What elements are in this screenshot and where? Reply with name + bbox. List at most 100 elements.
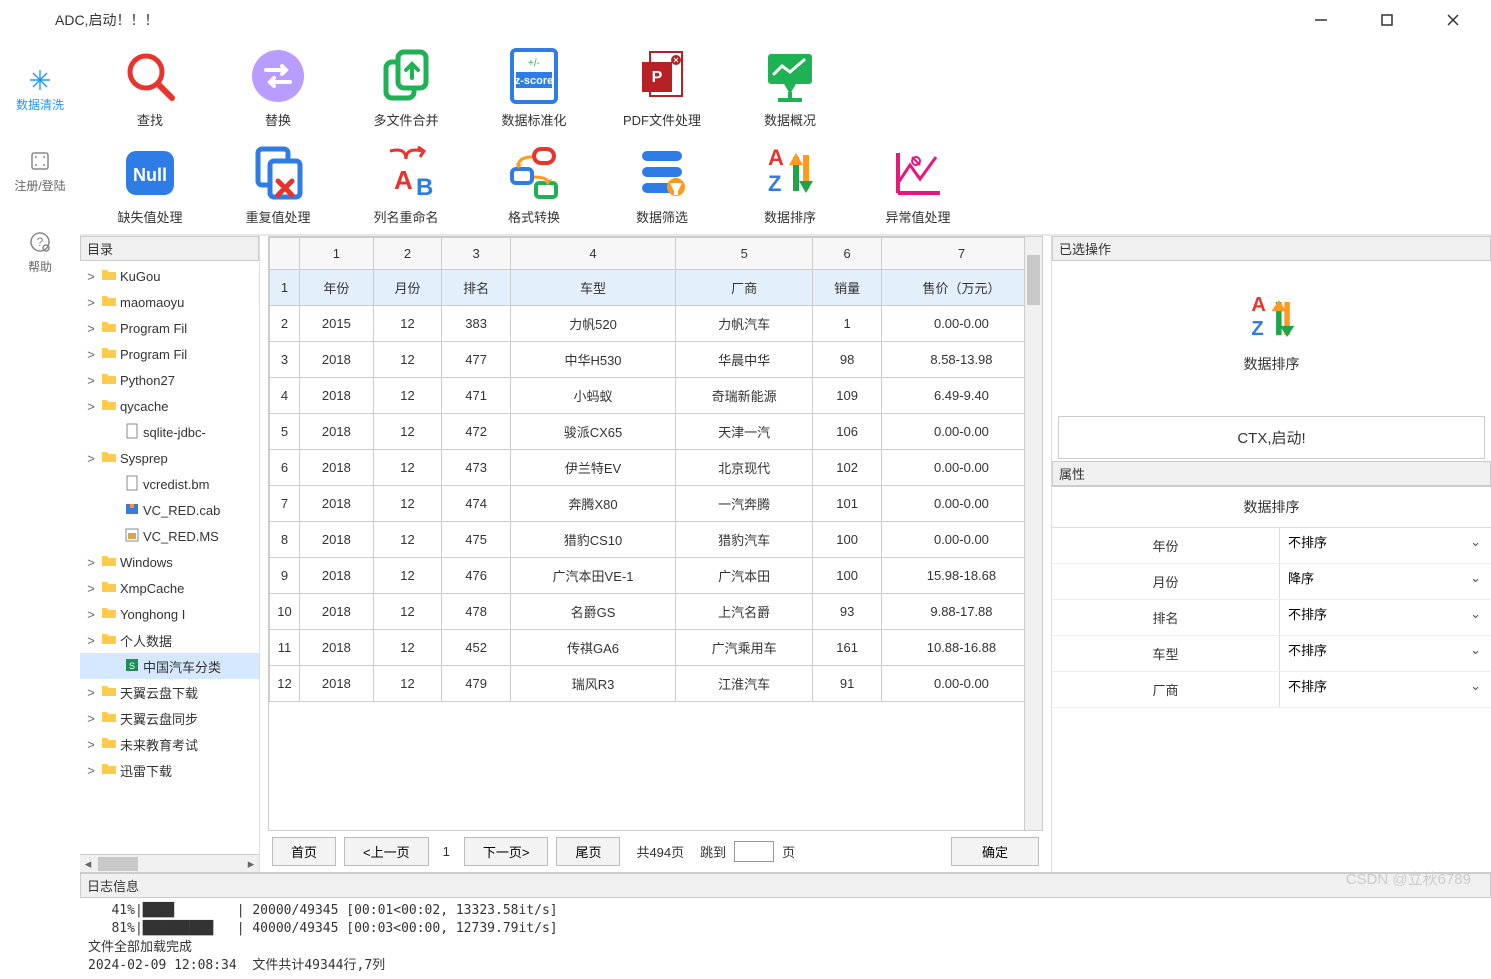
- cell[interactable]: 1: [813, 306, 882, 342]
- find-tool[interactable]: 查找: [100, 46, 200, 129]
- cell[interactable]: 0.00-0.00: [881, 522, 1041, 558]
- cell[interactable]: 排名: [442, 270, 511, 306]
- row-header[interactable]: 1: [270, 270, 300, 306]
- filter-tool[interactable]: 数据筛选: [612, 143, 712, 226]
- cell[interactable]: 0.00-0.00: [881, 450, 1041, 486]
- table-vscroll[interactable]: [1024, 237, 1042, 830]
- prev-page-button[interactable]: <上一页: [344, 837, 429, 866]
- row-header[interactable]: 3: [270, 342, 300, 378]
- tree-node[interactable]: >Yonghong I: [80, 601, 259, 627]
- cell[interactable]: 6.49-9.40: [881, 378, 1041, 414]
- prop-select[interactable]: 降序: [1280, 564, 1491, 593]
- overview-tool[interactable]: 数据概况: [740, 46, 840, 129]
- tree-node[interactable]: VC_RED.MS: [80, 523, 259, 549]
- cell[interactable]: 474: [442, 486, 511, 522]
- prop-select[interactable]: 不排序: [1280, 636, 1491, 665]
- cell[interactable]: 瑞风R3: [510, 666, 675, 702]
- cell[interactable]: 100: [813, 558, 882, 594]
- tree-node[interactable]: >Windows: [80, 549, 259, 575]
- cell[interactable]: 名爵GS: [510, 594, 675, 630]
- cell[interactable]: 车型: [510, 270, 675, 306]
- cell[interactable]: 12: [373, 594, 442, 630]
- cell[interactable]: 0.00-0.00: [881, 306, 1041, 342]
- replace-tool[interactable]: 替换: [228, 46, 328, 129]
- cell[interactable]: 力帆汽车: [676, 306, 813, 342]
- cell[interactable]: 12: [373, 486, 442, 522]
- cell[interactable]: 2018: [300, 378, 374, 414]
- tree-node[interactable]: S中国汽车分类: [80, 653, 259, 679]
- page-jump-input[interactable]: [734, 841, 774, 862]
- cell[interactable]: 上汽名爵: [676, 594, 813, 630]
- cell[interactable]: 8.58-13.98: [881, 342, 1041, 378]
- cell[interactable]: 销量: [813, 270, 882, 306]
- cell[interactable]: 12: [373, 630, 442, 666]
- cell[interactable]: 475: [442, 522, 511, 558]
- cell[interactable]: 100: [813, 522, 882, 558]
- first-page-button[interactable]: 首页: [272, 837, 336, 866]
- null-tool[interactable]: Null缺失值处理: [100, 143, 200, 226]
- cell[interactable]: 93: [813, 594, 882, 630]
- cell[interactable]: 452: [442, 630, 511, 666]
- zscore-tool[interactable]: +/-z-score数据标准化: [484, 46, 584, 129]
- close-button[interactable]: [1435, 5, 1471, 35]
- tree-node[interactable]: sqlite-jdbc-: [80, 419, 259, 445]
- cell[interactable]: 2018: [300, 414, 374, 450]
- cell[interactable]: 猎豹汽车: [676, 522, 813, 558]
- tree-node[interactable]: vcredist.bm: [80, 471, 259, 497]
- row-header[interactable]: 4: [270, 378, 300, 414]
- tree-node[interactable]: >迅雷下载: [80, 757, 259, 783]
- cell[interactable]: 478: [442, 594, 511, 630]
- cell[interactable]: 12: [373, 378, 442, 414]
- cell[interactable]: 中华H530: [510, 342, 675, 378]
- rename-tool[interactable]: AB列名重命名: [356, 143, 456, 226]
- cell[interactable]: 北京现代: [676, 450, 813, 486]
- tree-node[interactable]: >qycache: [80, 393, 259, 419]
- cell[interactable]: 江淮汽车: [676, 666, 813, 702]
- cell[interactable]: 10.88-16.88: [881, 630, 1041, 666]
- next-page-button[interactable]: 下一页>: [464, 837, 549, 866]
- col-header[interactable]: 2: [373, 238, 442, 270]
- data-table[interactable]: 12345671年份月份排名车型厂商销量售价（万元）2201512383力帆52…: [269, 237, 1042, 702]
- cell[interactable]: 12: [373, 450, 442, 486]
- cell[interactable]: 479: [442, 666, 511, 702]
- row-header[interactable]: 7: [270, 486, 300, 522]
- tree-node[interactable]: >Program Fil: [80, 341, 259, 367]
- prop-select[interactable]: 不排序: [1280, 528, 1491, 557]
- tree-node[interactable]: >未来教育考试: [80, 731, 259, 757]
- cell[interactable]: 102: [813, 450, 882, 486]
- last-page-button[interactable]: 尾页: [556, 837, 620, 866]
- cell[interactable]: 91: [813, 666, 882, 702]
- page-jump-button[interactable]: 确定: [951, 837, 1039, 866]
- cell[interactable]: 月份: [373, 270, 442, 306]
- dedupe-tool[interactable]: 重复值处理: [228, 143, 328, 226]
- sidebar-tab-2[interactable]: ?帮助: [5, 222, 75, 283]
- sidebar-tab-1[interactable]: 注册/登陆: [5, 141, 75, 202]
- cell[interactable]: 109: [813, 378, 882, 414]
- tree-node[interactable]: >个人数据: [80, 627, 259, 653]
- cell[interactable]: 骏派CX65: [510, 414, 675, 450]
- cell[interactable]: 厂商: [676, 270, 813, 306]
- cell[interactable]: 473: [442, 450, 511, 486]
- cell[interactable]: 0.00-0.00: [881, 414, 1041, 450]
- tree-node[interactable]: >XmpCache: [80, 575, 259, 601]
- cell[interactable]: 477: [442, 342, 511, 378]
- cell[interactable]: 2018: [300, 666, 374, 702]
- cell[interactable]: 2018: [300, 630, 374, 666]
- cell[interactable]: 12: [373, 414, 442, 450]
- cell[interactable]: 12: [373, 558, 442, 594]
- tree-node[interactable]: >KuGou: [80, 263, 259, 289]
- merge-tool[interactable]: 多文件合并: [356, 46, 456, 129]
- col-header[interactable]: 5: [676, 238, 813, 270]
- cell[interactable]: 0.00-0.00: [881, 666, 1041, 702]
- sidebar-tab-0[interactable]: 数据清洗: [5, 60, 75, 121]
- cell[interactable]: 12: [373, 306, 442, 342]
- cell[interactable]: 2018: [300, 558, 374, 594]
- cell[interactable]: 天津一汽: [676, 414, 813, 450]
- col-header[interactable]: 6: [813, 238, 882, 270]
- tree-node[interactable]: >maomaoyu: [80, 289, 259, 315]
- cell[interactable]: 小蚂蚁: [510, 378, 675, 414]
- row-header[interactable]: 5: [270, 414, 300, 450]
- row-header[interactable]: 6: [270, 450, 300, 486]
- cell[interactable]: 15.98-18.68: [881, 558, 1041, 594]
- cell[interactable]: 奇瑞新能源: [676, 378, 813, 414]
